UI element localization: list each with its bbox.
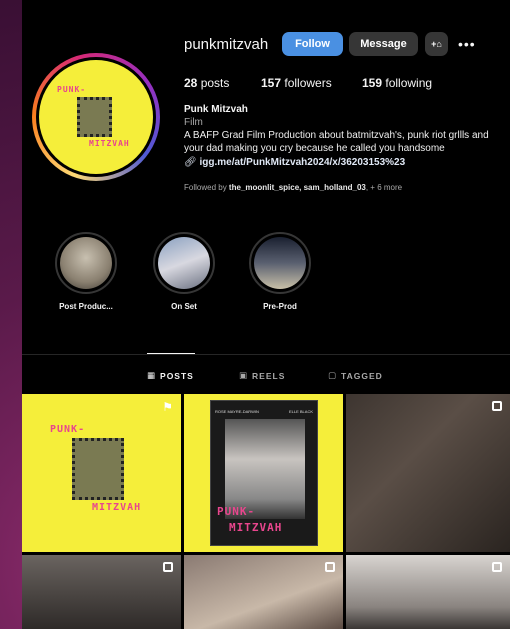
more-options-icon[interactable]: ••• xyxy=(458,36,476,52)
avatar-logo-top: PUNK- xyxy=(57,85,87,94)
highlight-label: Post Produc... xyxy=(59,302,113,311)
profile-username: punkmitzvah xyxy=(184,36,269,53)
following-stat[interactable]: 159 following xyxy=(362,76,432,90)
tagged-icon: ▢ xyxy=(328,370,338,380)
poster-title-2: MITZVAH xyxy=(229,521,283,534)
poster-credit-left: ROSE MAYRE-DARWIN xyxy=(215,409,259,414)
followed-by-prefix: Followed by xyxy=(184,183,229,192)
carousel-icon xyxy=(163,562,173,572)
followed-by-names: the_moonlit_spice, sam_holland_03 xyxy=(228,183,366,192)
profile-avatar[interactable]: PUNK- MITZVAH xyxy=(32,53,160,181)
post-logo-top: PUNK- xyxy=(50,424,86,435)
followed-by-suffix: , + 6 more xyxy=(365,183,403,192)
reels-icon: ▣ xyxy=(239,370,249,380)
poster-photo xyxy=(225,419,305,519)
message-button[interactable]: Message xyxy=(349,32,418,56)
followers-label: followers xyxy=(284,76,332,90)
following-label: following xyxy=(385,76,433,90)
post-logo-photo xyxy=(72,438,124,500)
profile-bio: A BAFP Grad Film Production about batmit… xyxy=(184,130,489,154)
highlight-pre-prod[interactable]: Pre-Prod xyxy=(240,232,320,311)
following-count: 159 xyxy=(362,76,383,90)
poster-credit-right: ELLE BLACK xyxy=(288,409,313,414)
posts-count: 28 xyxy=(184,76,198,90)
profile-link[interactable]: 🔗︎ igg.me/at/PunkMitzvah2024/x/36203153%… xyxy=(184,157,405,168)
add-user-button[interactable]: +⌂ xyxy=(425,32,448,56)
post-thumbnail[interactable]: ⚑ PUNK- MITZVAH xyxy=(22,394,181,552)
highlight-label: On Set xyxy=(171,302,197,311)
post-logo-bottom: MITZVAH xyxy=(92,502,142,513)
post-thumbnail[interactable] xyxy=(346,394,510,552)
posts-stat: 28 posts xyxy=(184,76,229,90)
post-thumbnail[interactable] xyxy=(346,555,510,629)
followers-count: 157 xyxy=(261,76,282,90)
highlight-thumbnail xyxy=(158,237,210,289)
poster-frame: ROSE MAYRE-DARWIN ELLE BLACK PUNK- MITZV… xyxy=(210,400,318,546)
poster-title-1: PUNK- xyxy=(217,505,256,518)
avatar-logo-bottom: MITZVAH xyxy=(89,139,130,148)
tab-reels-label: REELS xyxy=(252,370,286,381)
pinned-icon: ⚑ xyxy=(162,400,173,414)
profile-name: Punk Mitzvah xyxy=(184,104,248,115)
highlight-thumbnail xyxy=(254,237,306,289)
post-thumbnail[interactable] xyxy=(22,555,181,629)
tab-posts[interactable]: ▦ POSTS xyxy=(147,370,194,381)
followed-by[interactable]: Followed by the_moonlit_spice, sam_holla… xyxy=(184,183,402,192)
posts-label: posts xyxy=(200,76,230,90)
avatar-logo-photo xyxy=(77,97,112,137)
tab-tagged-label: TAGGED xyxy=(341,370,383,381)
profile-link-text: igg.me/at/PunkMitzvah2024/x/36203153%23 xyxy=(199,157,406,168)
tab-tagged[interactable]: ▢ TAGGED xyxy=(328,370,383,381)
highlight-label: Pre-Prod xyxy=(263,302,297,311)
follow-button[interactable]: Follow xyxy=(282,32,343,56)
profile-window: PUNK- MITZVAH punkmitzvah Follow Message… xyxy=(22,0,510,629)
post-thumbnail[interactable] xyxy=(184,555,343,629)
post-thumbnail[interactable]: ROSE MAYRE-DARWIN ELLE BLACK PUNK- MITZV… xyxy=(184,394,343,552)
link-icon: 🔗︎ xyxy=(184,157,197,168)
tabs-divider xyxy=(22,354,510,355)
profile-category: Film xyxy=(184,117,203,128)
carousel-icon xyxy=(492,562,502,572)
active-tab-indicator xyxy=(147,353,195,354)
tab-posts-label: POSTS xyxy=(160,370,194,381)
carousel-icon xyxy=(492,401,502,411)
followers-stat[interactable]: 157 followers xyxy=(261,76,332,90)
add-user-icon: +⌂ xyxy=(431,39,442,49)
carousel-icon xyxy=(325,562,335,572)
highlight-on-set[interactable]: On Set xyxy=(144,232,224,311)
highlight-post-production[interactable]: Post Produc... xyxy=(46,232,126,311)
grid-icon: ▦ xyxy=(147,370,157,380)
tab-reels[interactable]: ▣ REELS xyxy=(239,370,285,381)
highlight-thumbnail xyxy=(60,237,112,289)
